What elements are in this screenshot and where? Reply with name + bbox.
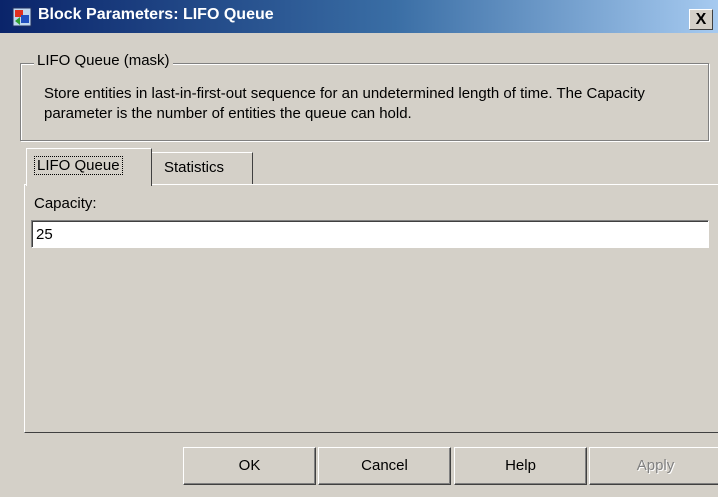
tab-label: LIFO Queue: [34, 156, 123, 175]
close-button[interactable]: X: [689, 9, 713, 30]
tab-lifo-queue[interactable]: LIFO Queue: [26, 148, 152, 186]
title-bar[interactable]: Block Parameters: LIFO Queue X: [0, 0, 718, 33]
capacity-label: Capacity:: [34, 195, 97, 212]
tab-label: Statistics: [164, 159, 225, 176]
close-icon: X: [695, 11, 707, 28]
ok-button[interactable]: OK: [183, 447, 316, 485]
apply-button[interactable]: Apply: [589, 447, 718, 485]
cancel-button[interactable]: Cancel: [318, 447, 451, 485]
simulink-block-icon: [12, 7, 32, 27]
block-parameters-dialog: Block Parameters: LIFO Queue X LIFO Queu…: [0, 0, 718, 497]
capacity-input[interactable]: [31, 220, 709, 248]
block-description: Store entities in last-in-first-out sequ…: [44, 85, 645, 122]
help-button[interactable]: Help: [454, 447, 587, 485]
group-legend: LIFO Queue (mask): [34, 52, 173, 69]
window-title: Block Parameters: LIFO Queue: [38, 6, 274, 23]
tab-statistics[interactable]: Statistics: [151, 152, 253, 184]
